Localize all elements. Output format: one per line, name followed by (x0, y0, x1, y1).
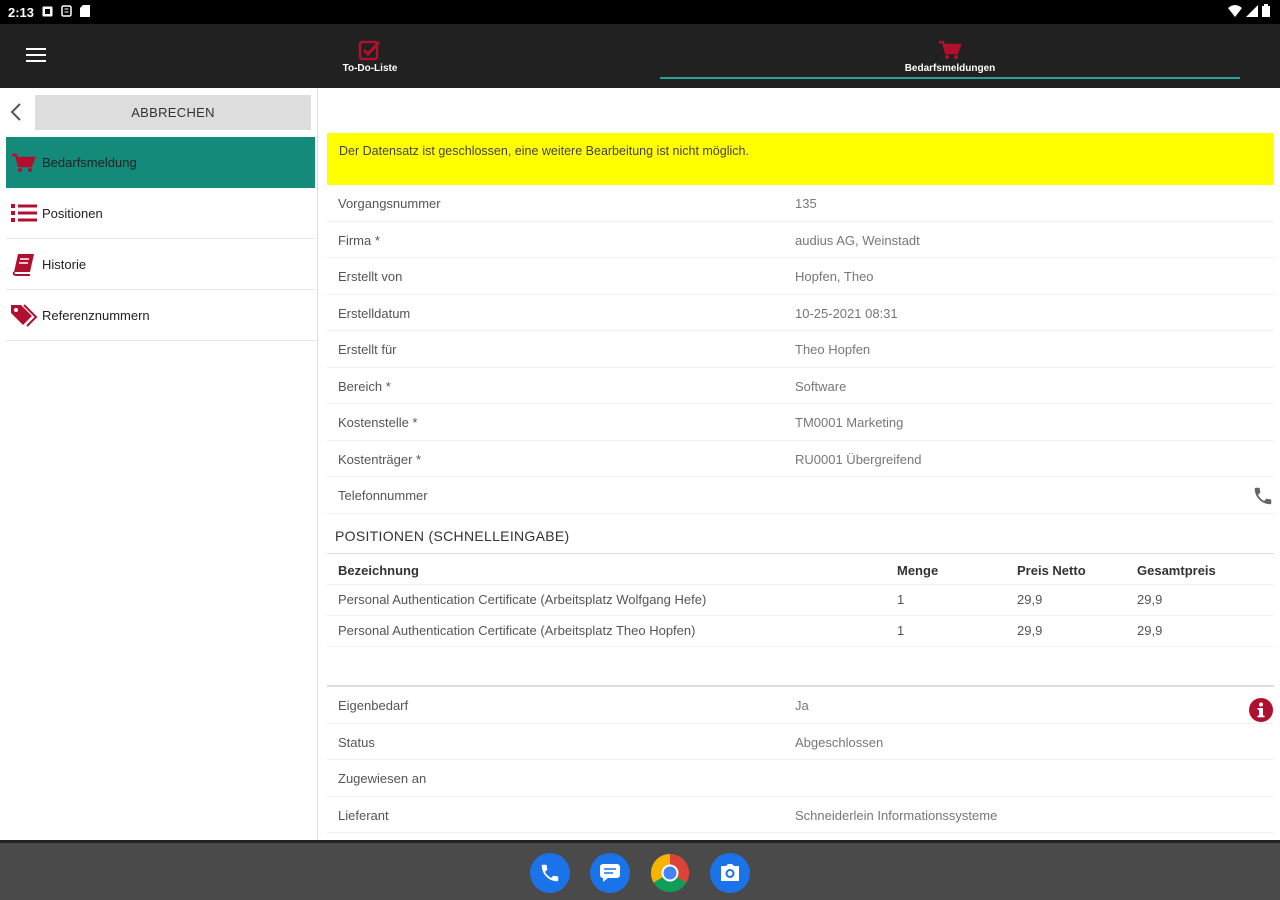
signal-icon (1246, 4, 1258, 20)
table-cell: 29,9 (1137, 615, 1274, 647)
column-header: Preis Netto (1017, 558, 1137, 585)
field-value: Software (795, 378, 847, 394)
detail-form: Vorgangsnummer 135 Firma * audius AG, We… (327, 185, 1274, 514)
info-icon[interactable] (1248, 697, 1274, 726)
chrome-app-icon[interactable] (650, 853, 690, 893)
field-label: Erstelldatum (338, 305, 411, 321)
column-header: Bezeichnung (327, 558, 897, 585)
notification-icon (42, 5, 53, 20)
field-label: Bereich * (338, 378, 391, 394)
main-content: Der Datensatz ist geschlossen, eine weit… (320, 88, 1280, 840)
table-row[interactable]: Personal Authentication Certificate (Arb… (327, 584, 1274, 616)
sidebar-item-label: Referenznummern (42, 307, 150, 323)
table-header-row: Bezeichnung Menge Preis Netto Gesamtprei… (327, 558, 1274, 585)
field-label: Status (338, 734, 375, 750)
field-label: Lieferant (338, 807, 389, 823)
back-arrow-icon[interactable] (8, 102, 26, 122)
field-row-vorgangsnummer: Vorgangsnummer 135 (327, 185, 1274, 222)
phone-icon[interactable] (1252, 485, 1274, 510)
field-label: Vorgangsnummer (338, 196, 441, 211)
table-cell: 29,9 (1017, 584, 1137, 616)
sidebar-item-label: Bedarfsmeldung (42, 155, 137, 170)
sidebar: ABBRECHEN Bedarfsmeldung Positionen Hist… (0, 88, 318, 840)
field-value: audius AG, Weinstadt (795, 232, 920, 248)
field-row-firma: Firma * audius AG, Weinstadt (327, 222, 1274, 258)
positions-table: Bezeichnung Menge Preis Netto Gesamtprei… (327, 558, 1274, 647)
table-cell: 1 (897, 584, 1017, 616)
field-row-telefonnummer: Telefonnummer (327, 477, 1274, 514)
phone-app-icon[interactable] (530, 853, 570, 893)
app-bar: To-Do-Liste Bedarfsmeldungen (0, 24, 1280, 88)
status-bar: 2:13 (0, 0, 1280, 24)
sidebar-item-label: Historie (42, 256, 87, 272)
field-row-eigenbedarf: Eigenbedarf Ja (327, 687, 1274, 724)
field-row-zugewiesen-an: Zugewiesen an (327, 760, 1274, 797)
sidebar-item-bedarfsmeldung[interactable]: Bedarfsmeldung (6, 137, 315, 188)
tab-bedarfsmeldungen-label: Bedarfsmeldungen (904, 62, 996, 74)
tab-todo-label: To-Do-Liste (342, 62, 398, 74)
camera-app-icon[interactable] (710, 853, 750, 893)
column-header: Gesamtpreis (1137, 558, 1274, 585)
field-value: Ja (795, 698, 809, 713)
battery-icon (1262, 4, 1270, 20)
field-label: Erstellt von (338, 269, 403, 284)
field-value: Hopfen, Theo (795, 269, 874, 284)
checkbox-icon (358, 39, 382, 61)
field-row-erstellt-von: Erstellt von Hopfen, Theo (327, 258, 1274, 295)
sidebar-item-positionen[interactable]: Positionen (6, 188, 315, 239)
table-cell: Personal Authentication Certificate (Arb… (327, 584, 897, 616)
field-row-erstelldatum: Erstelldatum 10-25-2021 08:31 (327, 295, 1274, 331)
table-cell: 29,9 (1137, 584, 1274, 616)
field-value: TM0001 Marketing (795, 415, 904, 430)
tags-icon (6, 303, 42, 327)
sidebar-header: ABBRECHEN (0, 88, 318, 136)
column-header: Menge (897, 558, 1017, 585)
list-icon (6, 202, 42, 224)
field-row-erstellt-fuer: Erstellt für Theo Hopfen (327, 331, 1274, 368)
field-value: 135 (795, 196, 817, 211)
app-dock (0, 840, 1280, 900)
field-row-bereich: Bereich * Software (327, 368, 1274, 404)
field-label: Eigenbedarf (338, 698, 409, 713)
book-icon (6, 252, 42, 276)
cart-icon (6, 152, 42, 174)
table-cell: 1 (897, 615, 1017, 647)
detail-form-2: Eigenbedarf Ja Status Abgeschlossen Zuge… (327, 685, 1274, 833)
sidebar-item-label: Positionen (42, 205, 103, 221)
field-value: Schneiderlein Informationssysteme (795, 807, 998, 823)
field-label: Kostenträger * (338, 451, 422, 467)
menu-icon[interactable] (26, 48, 46, 64)
field-value: Abgeschlossen (795, 734, 884, 750)
sim-icon (61, 4, 72, 20)
wifi-icon (1228, 4, 1242, 20)
field-row-status: Status Abgeschlossen (327, 724, 1274, 760)
field-label: Zugewiesen an (338, 771, 427, 786)
banner-text: Der Datensatz ist geschlossen, eine weit… (339, 144, 749, 158)
messages-app-icon[interactable] (590, 853, 630, 893)
sidebar-item-historie[interactable]: Historie (6, 239, 315, 290)
sidebar-item-referenznummern[interactable]: Referenznummern (6, 290, 315, 341)
sd-card-icon (80, 4, 91, 20)
status-time: 2:13 (8, 4, 35, 20)
cancel-button[interactable]: ABBRECHEN (35, 95, 311, 130)
closed-record-banner: Der Datensatz ist geschlossen, eine weit… (327, 133, 1274, 185)
tab-indicator (660, 77, 1240, 79)
field-label: Kostenstelle * (338, 415, 418, 430)
field-label: Erstellt für (338, 342, 397, 357)
field-value: Theo Hopfen (795, 342, 871, 357)
field-value: 10-25-2021 08:31 (795, 305, 898, 321)
cart-icon (938, 39, 962, 61)
field-row-kostenstelle: Kostenstelle * TM0001 Marketing (327, 404, 1274, 441)
field-row-kostentraeger: Kostenträger * RU0001 Übergreifend (327, 441, 1274, 477)
field-label: Firma * (338, 232, 380, 248)
field-value: RU0001 Übergreifend (795, 451, 922, 467)
positions-section-title: POSITIONEN (SCHNELLEINGABE) (327, 528, 1274, 554)
table-cell: Personal Authentication Certificate (Arb… (327, 615, 897, 647)
sidebar-nav: Bedarfsmeldung Positionen Historie Refer… (6, 137, 315, 341)
table-row[interactable]: Personal Authentication Certificate (Arb… (327, 615, 1274, 647)
field-label: Telefonnummer (338, 488, 428, 503)
table-cell: 29,9 (1017, 615, 1137, 647)
field-row-lieferant: Lieferant Schneiderlein Informationssyst… (327, 797, 1274, 833)
tab-todo-liste[interactable]: To-Do-Liste (80, 24, 660, 88)
